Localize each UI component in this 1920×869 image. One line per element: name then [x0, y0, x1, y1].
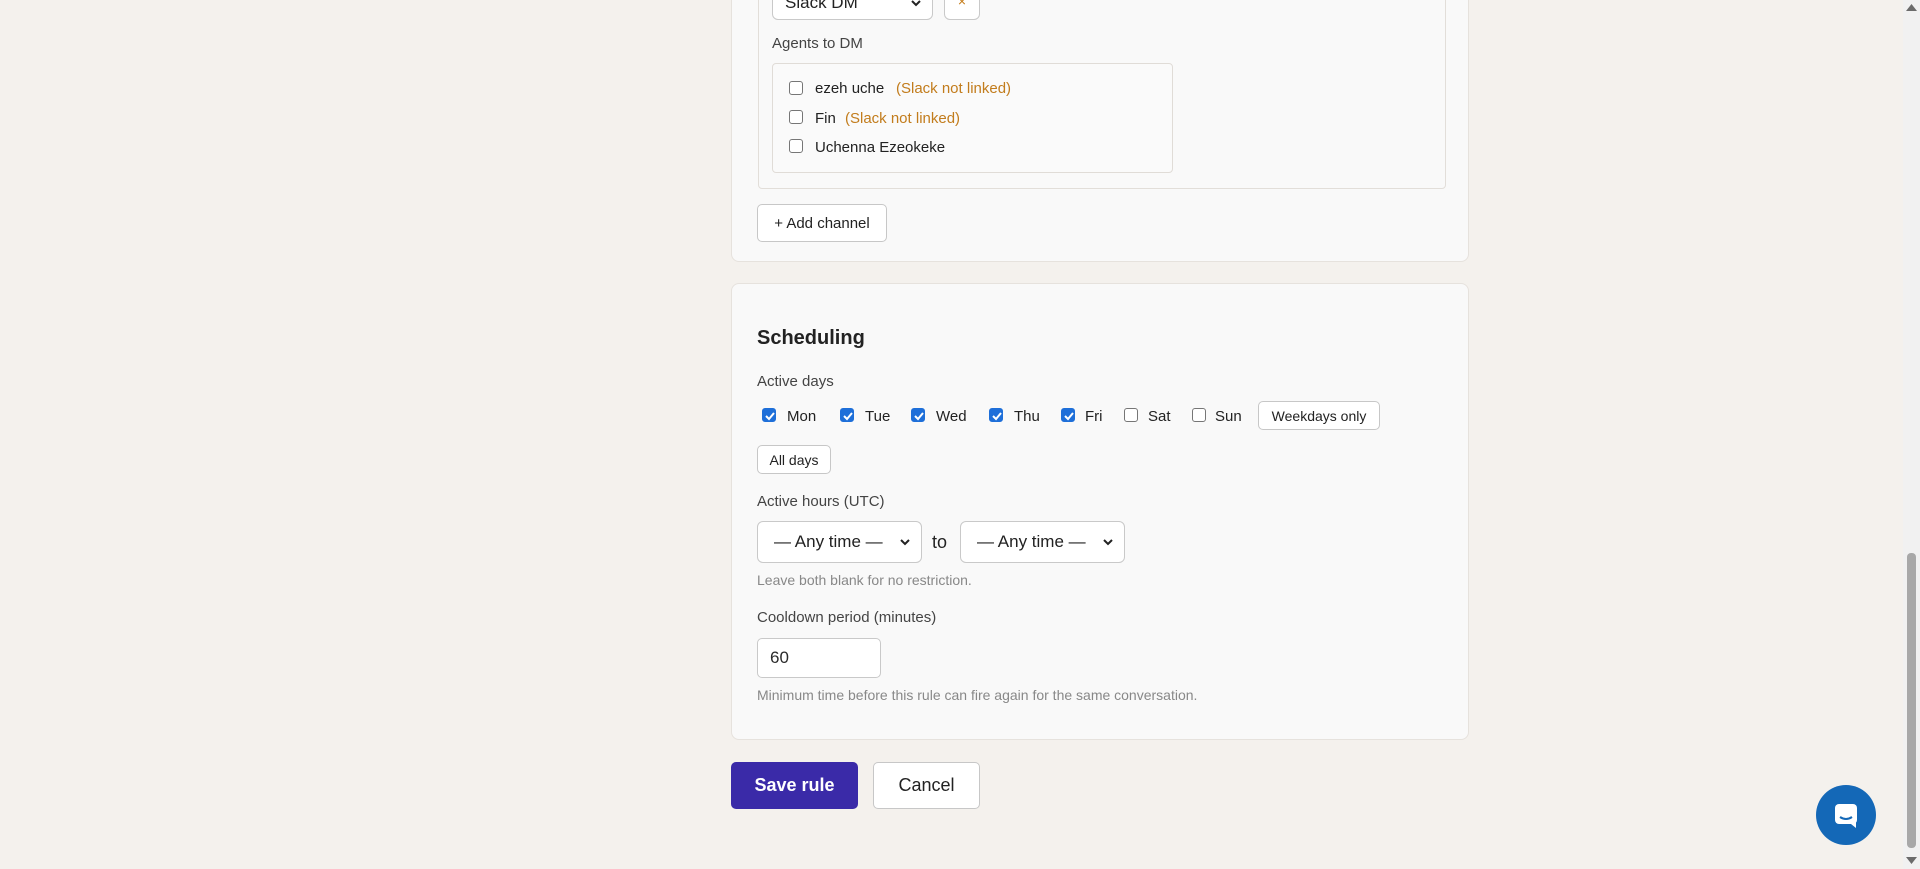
chevron-down-icon: [911, 0, 921, 7]
active-hours-label: Active hours (UTC): [757, 493, 885, 510]
cooldown-help: Minimum time before this rule can fire a…: [757, 687, 1198, 703]
page-scrollbar[interactable]: [1903, 0, 1920, 869]
chat-launcher-button[interactable]: [1816, 785, 1876, 845]
day-checkbox-fri[interactable]: [1061, 408, 1075, 422]
agent-name: ezeh uche: [815, 80, 885, 97]
day-checkbox-wed[interactable]: [911, 408, 925, 422]
day-label-tue: Tue: [865, 408, 891, 425]
day-label-sun: Sun: [1215, 408, 1242, 425]
channel-type-select[interactable]: Slack DM: [772, 0, 933, 20]
cooldown-input[interactable]: 60: [757, 638, 881, 678]
chat-bubble-icon: [1835, 804, 1857, 828]
scroll-up-icon[interactable]: [1906, 3, 1917, 11]
chevron-down-icon: [900, 539, 910, 546]
active-hours-from-select[interactable]: — Any time —: [757, 521, 922, 563]
day-label-wed: Wed: [936, 408, 967, 425]
chevron-down-icon: [1103, 539, 1113, 546]
active-hours-help: Leave both blank for no restriction.: [757, 572, 972, 588]
day-label-fri: Fri: [1085, 408, 1103, 425]
agent-slack-status: (Slack not linked): [845, 110, 961, 127]
scroll-down-icon[interactable]: [1906, 857, 1917, 865]
day-checkbox-sat[interactable]: [1124, 408, 1138, 422]
active-hours-to-select[interactable]: — Any time —: [960, 521, 1125, 563]
day-checkbox-tue[interactable]: [840, 408, 854, 422]
day-label-thu: Thu: [1014, 408, 1040, 425]
agent-slack-status: (Slack not linked): [896, 80, 1012, 97]
agent-checkbox[interactable]: [789, 110, 803, 124]
active-days-label: Active days: [757, 373, 834, 390]
to-label: to: [932, 532, 948, 552]
add-channel-button[interactable]: + Add channel: [757, 204, 887, 242]
save-rule-button[interactable]: Save rule: [731, 762, 858, 809]
cooldown-label: Cooldown period (minutes): [757, 609, 937, 626]
day-label-mon: Mon: [787, 408, 817, 425]
cancel-button[interactable]: Cancel: [873, 762, 980, 809]
remove-channel-button[interactable]: ×: [944, 0, 980, 20]
agent-checkbox[interactable]: [789, 81, 803, 95]
all-days-button[interactable]: All days: [757, 445, 831, 474]
agent-checkbox[interactable]: [789, 139, 803, 153]
weekdays-only-button[interactable]: Weekdays only: [1258, 401, 1380, 430]
day-label-sat: Sat: [1148, 408, 1171, 425]
agents-to-dm-label: Agents to DM: [772, 35, 863, 52]
scheduling-heading: Scheduling: [757, 327, 865, 349]
scrollbar-thumb[interactable]: [1907, 553, 1916, 848]
agent-name: Fin: [815, 110, 836, 127]
day-checkbox-thu[interactable]: [989, 408, 1003, 422]
day-checkbox-sun[interactable]: [1192, 408, 1206, 422]
day-checkbox-mon[interactable]: [762, 408, 776, 422]
agent-name: Uchenna Ezeokeke: [815, 139, 946, 156]
